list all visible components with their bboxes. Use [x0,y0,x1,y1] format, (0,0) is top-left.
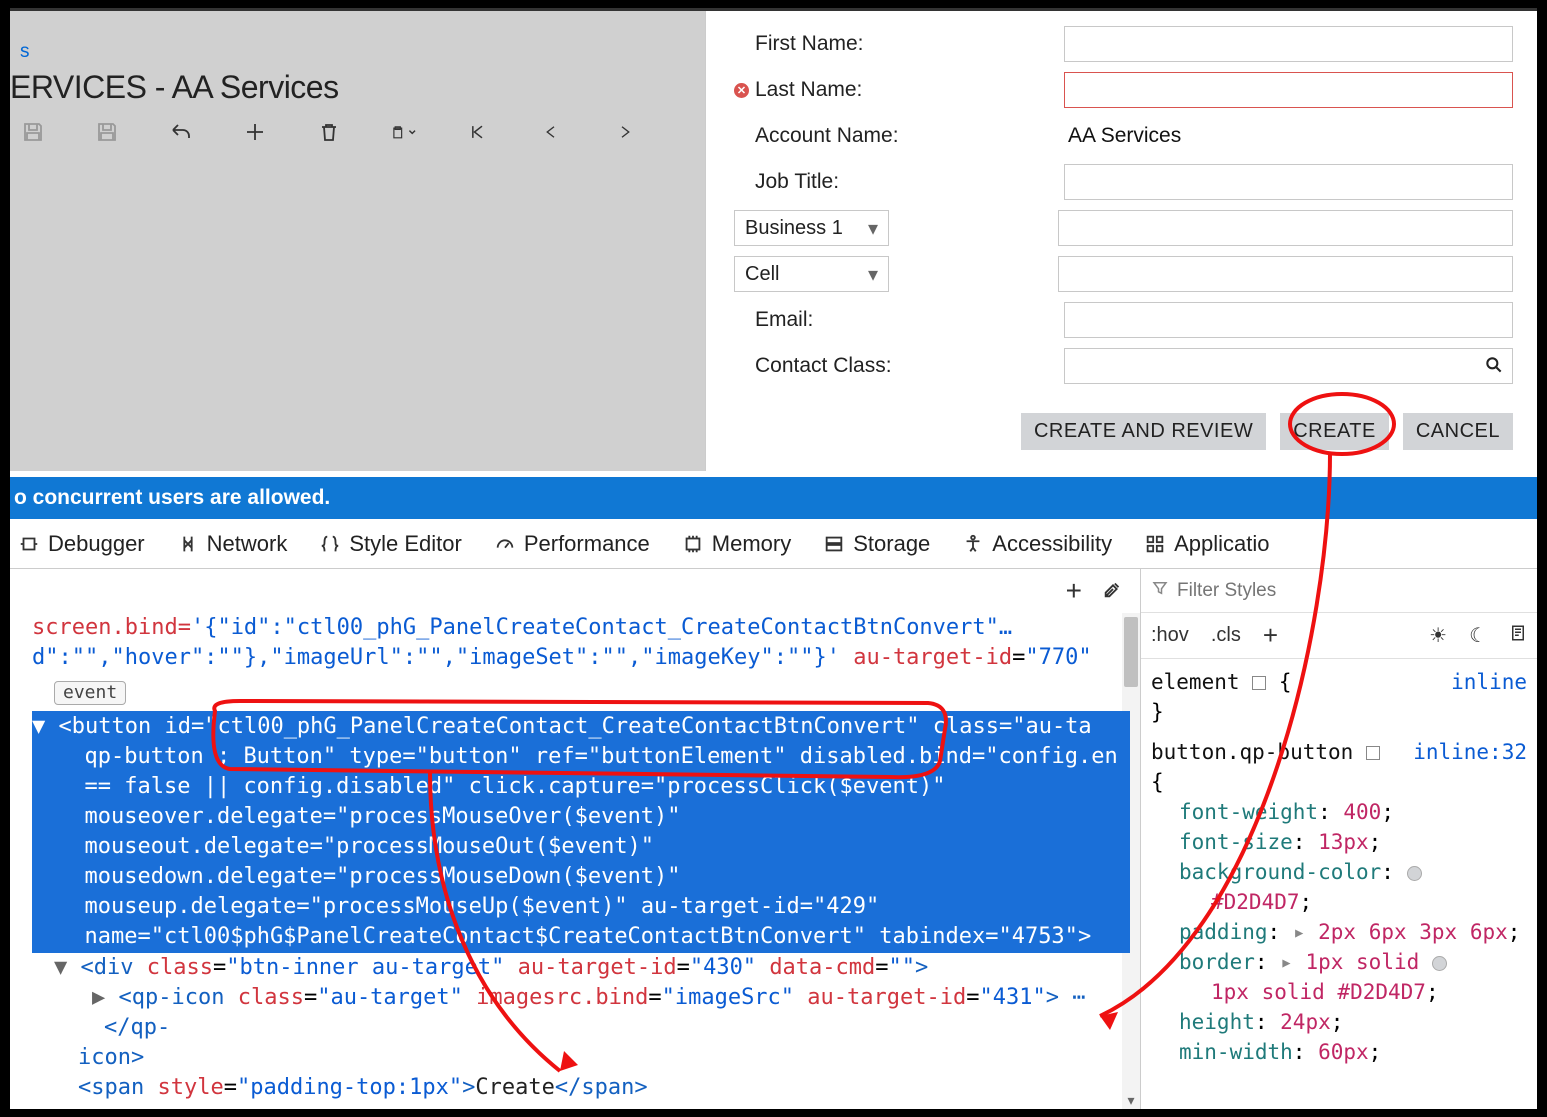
eyedropper-icon[interactable] [1102,578,1124,605]
tab-accessibility[interactable]: Accessibility [962,531,1112,557]
add-rule-icon[interactable]: + [1263,620,1278,651]
tab-network[interactable]: Network [177,531,288,557]
toolbar [20,119,638,145]
first-name-label: First Name: [734,32,1064,56]
tab-memory[interactable]: Memory [682,531,791,557]
box-model-icon[interactable] [1366,746,1380,760]
tab-style-editor[interactable]: Style Editor [319,531,462,557]
color-swatch-icon[interactable] [1432,956,1447,971]
contact-class-input[interactable] [1064,348,1513,384]
email-input[interactable] [1064,302,1513,338]
contact-class-label: Contact Class: [734,354,1064,378]
required-icon: ✕ [734,83,749,98]
tab-storage[interactable]: Storage [823,531,930,557]
create-contact-panel: First Name: ✕Last Name: Account Name: AA… [705,11,1537,471]
dom-inspector[interactable]: + ▴ ▾ screen.bind='{"id":"ctl00_phG_Pane… [10,569,1141,1109]
search-icon[interactable] [1484,355,1504,380]
truncated-link[interactable]: s [20,41,30,63]
style-rules[interactable]: element {inline } button.qp-button inlin… [1141,659,1537,1109]
styles-panel: :hov .cls + ☀ ☾ element {inline } button… [1141,569,1537,1109]
first-name-input[interactable] [1064,26,1513,62]
account-name-label: Account Name: [734,124,1064,148]
create-and-review-button[interactable]: CREATE AND REVIEW [1021,413,1266,450]
save-close-icon[interactable] [20,119,46,145]
funnel-icon[interactable] [1151,579,1169,603]
hov-toggle[interactable]: :hov [1151,624,1189,647]
caret-down-icon: ▾ [868,262,878,287]
prev-record-icon[interactable] [538,119,564,145]
phone-1-input[interactable] [1058,210,1513,246]
tab-debugger[interactable]: Debugger [18,531,145,557]
create-button[interactable]: CREATE [1280,413,1389,450]
delete-icon[interactable] [316,119,342,145]
trial-notice-bar: o concurrent users are allowed. [10,477,1537,519]
job-title-input[interactable] [1064,164,1513,200]
print-mode-icon[interactable] [1509,623,1527,649]
color-swatch-icon[interactable] [1407,866,1422,881]
app-page: s ERVICES - AA Services First Name: ✕Las… [10,11,1537,471]
save-icon[interactable] [94,119,120,145]
phone-2-input[interactable] [1058,256,1513,292]
add-icon[interactable] [242,119,268,145]
light-mode-icon[interactable]: ☀ [1429,623,1447,648]
undo-icon[interactable] [168,119,194,145]
phone-type-2-select[interactable]: Cell▾ [734,256,889,292]
account-name-value: AA Services [1064,124,1513,148]
selected-dom-node[interactable]: ▼ <button id="ctl00_phG_PanelCreateConta… [32,711,1130,953]
last-name-input[interactable] [1064,72,1513,108]
email-label: Email: [734,308,1064,332]
dark-mode-icon[interactable]: ☾ [1469,623,1487,648]
next-record-icon[interactable] [612,119,638,145]
box-model-icon[interactable] [1252,676,1266,690]
phone-type-1-select[interactable]: Business 1▾ [734,210,889,246]
tab-application[interactable]: Applicatio [1144,531,1269,557]
job-title-label: Job Title: [734,170,1064,194]
page-title: ERVICES - AA Services [10,69,339,106]
event-badge[interactable]: event [54,681,126,705]
tab-performance[interactable]: Performance [494,531,650,557]
dom-tree[interactable]: screen.bind='{"id":"ctl00_phG_PanelCreat… [32,613,1130,1109]
devtools: Debugger Network Style Editor Performanc… [10,519,1537,1109]
clipboard-icon[interactable] [390,119,416,145]
filter-styles-input[interactable] [1177,580,1527,602]
dialog-buttons: CREATE AND REVIEW CREATE CANCEL [734,413,1513,450]
cancel-button[interactable]: CANCEL [1403,413,1513,450]
cls-toggle[interactable]: .cls [1211,624,1241,647]
add-element-icon[interactable]: + [1066,575,1082,607]
caret-down-icon: ▾ [868,216,878,241]
last-name-label: ✕Last Name: [734,78,1064,102]
first-record-icon[interactable] [464,119,490,145]
devtools-tabs: Debugger Network Style Editor Performanc… [10,519,1537,569]
